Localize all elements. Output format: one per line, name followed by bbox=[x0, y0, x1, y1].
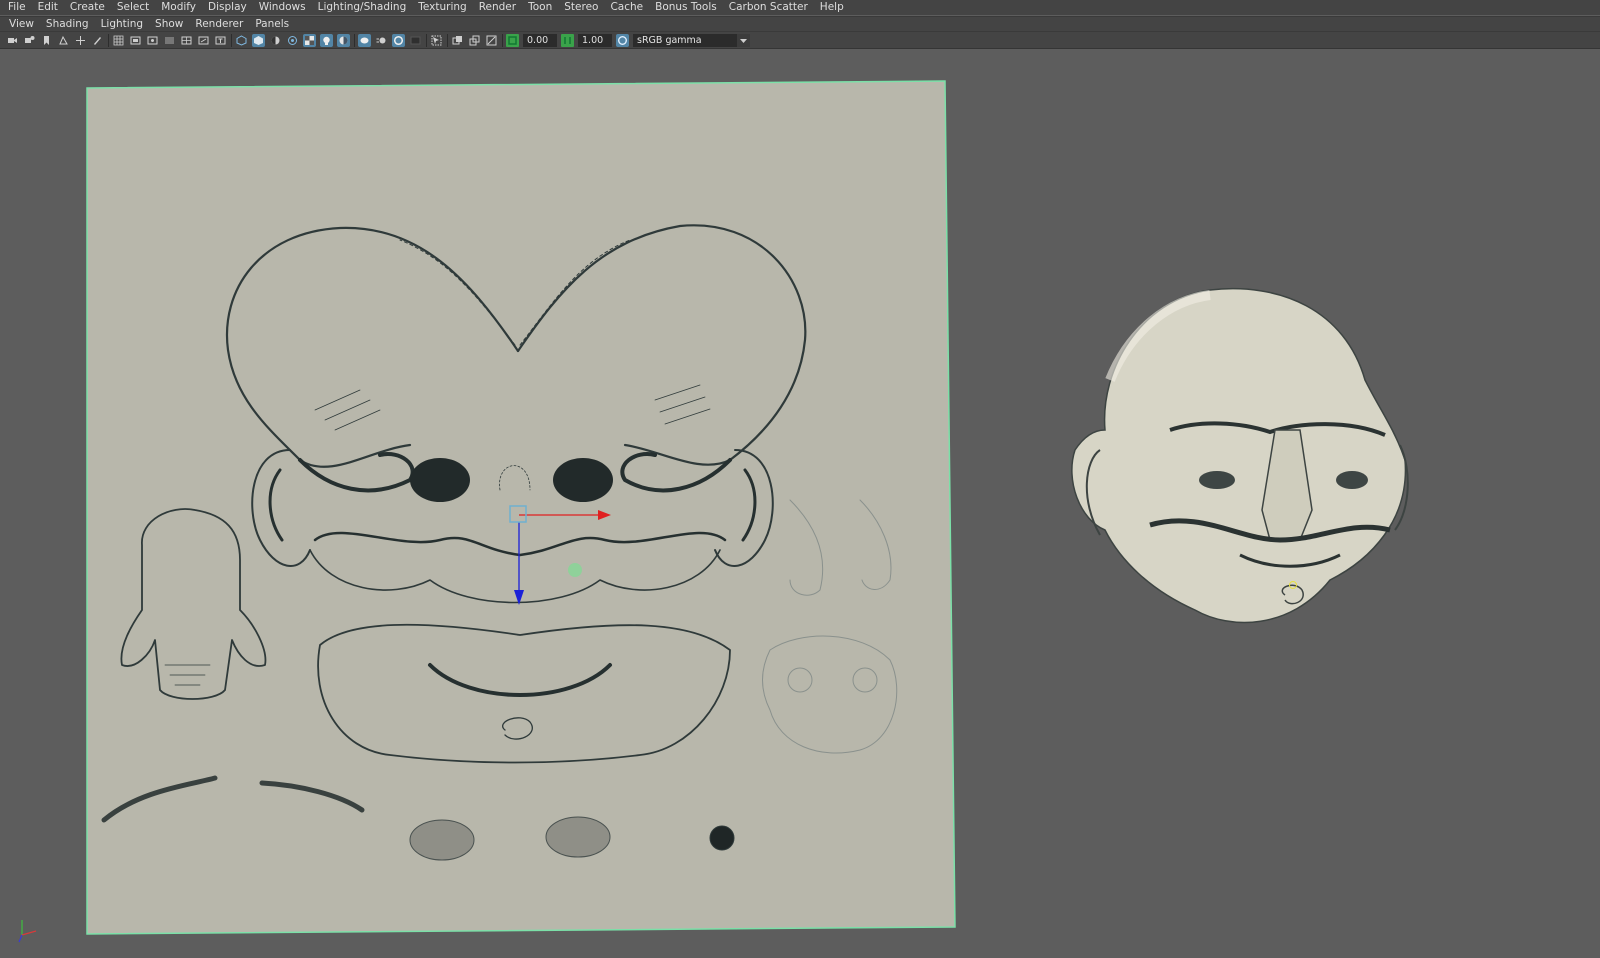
menu-create[interactable]: Create bbox=[64, 0, 111, 15]
isolate-select-icon[interactable] bbox=[430, 34, 443, 47]
default-material-icon[interactable] bbox=[269, 34, 282, 47]
menu-file[interactable]: File bbox=[0, 0, 32, 15]
main-menubar: File Edit Create Select Modify Display W… bbox=[0, 0, 1600, 15]
axis-indicator bbox=[18, 920, 37, 943]
panel-menu-show[interactable]: Show bbox=[149, 17, 189, 32]
panel-menu-panels[interactable]: Panels bbox=[249, 17, 295, 32]
panel-toolbar: 0.00 1.00 sRGB gamma bbox=[0, 31, 1600, 49]
screen-space-ao-icon[interactable] bbox=[358, 33, 371, 47]
toolbar-divider bbox=[426, 33, 427, 47]
left-eye-socket bbox=[410, 458, 470, 502]
safe-action-icon[interactable] bbox=[197, 34, 210, 47]
panel-menubar: View Shading Lighting Show Renderer Pane… bbox=[0, 16, 1600, 32]
image-plane-icon[interactable] bbox=[57, 34, 70, 47]
viewport-panel[interactable] bbox=[0, 50, 1600, 958]
resolution-gate-icon[interactable] bbox=[146, 34, 159, 47]
menu-help[interactable]: Help bbox=[814, 0, 850, 15]
use-all-lights-icon[interactable] bbox=[320, 33, 333, 47]
right-eye-socket bbox=[553, 458, 613, 502]
gamma-icon[interactable] bbox=[561, 33, 574, 47]
head-model[interactable] bbox=[1071, 287, 1409, 624]
safe-title-icon[interactable] bbox=[214, 34, 227, 47]
wireframe-icon[interactable] bbox=[235, 34, 248, 47]
menu-cache[interactable]: Cache bbox=[604, 0, 649, 15]
menu-select[interactable]: Select bbox=[111, 0, 155, 15]
chevron-down-icon[interactable] bbox=[737, 33, 750, 47]
xray-active-components-icon[interactable] bbox=[468, 34, 481, 47]
xray-joints-icon[interactable] bbox=[451, 34, 464, 47]
textured-icon[interactable] bbox=[303, 33, 316, 47]
eyelid-left-piece bbox=[409, 819, 475, 861]
exposure-field[interactable]: 0.00 bbox=[523, 33, 557, 47]
grease-pencil-icon[interactable] bbox=[91, 34, 104, 47]
motion-blur-icon[interactable] bbox=[375, 34, 388, 47]
panel-menu-renderer[interactable]: Renderer bbox=[189, 17, 249, 32]
menu-modify[interactable]: Modify bbox=[155, 0, 202, 15]
menu-windows[interactable]: Windows bbox=[253, 0, 312, 15]
toolbar-divider bbox=[231, 33, 232, 47]
menu-stereo[interactable]: Stereo bbox=[558, 0, 604, 15]
backface-culling-icon[interactable] bbox=[485, 34, 498, 47]
exposure-icon[interactable] bbox=[506, 33, 519, 47]
gate-mask-icon[interactable] bbox=[163, 34, 176, 47]
smooth-shade-icon[interactable] bbox=[252, 33, 265, 47]
panel-menu-lighting[interactable]: Lighting bbox=[95, 17, 149, 32]
eyelid-right-piece bbox=[545, 816, 611, 858]
menu-display[interactable]: Display bbox=[202, 0, 253, 15]
grid-icon[interactable] bbox=[112, 34, 125, 47]
panel-menu-view[interactable]: View bbox=[0, 17, 40, 32]
camera-attributes-icon[interactable] bbox=[23, 34, 36, 47]
depth-of-field-icon[interactable] bbox=[409, 34, 422, 47]
menu-carbon-scatter[interactable]: Carbon Scatter bbox=[723, 0, 814, 15]
bookmark-icon[interactable] bbox=[40, 34, 53, 47]
texture-plane[interactable] bbox=[86, 80, 956, 935]
viewport-scene bbox=[18, 80, 1409, 943]
film-gate-icon[interactable] bbox=[129, 34, 142, 47]
menu-bonus-tools[interactable]: Bonus Tools bbox=[649, 0, 723, 15]
xray-icon[interactable] bbox=[286, 34, 299, 47]
menu-render[interactable]: Render bbox=[473, 0, 522, 15]
menu-toon[interactable]: Toon bbox=[522, 0, 558, 15]
toolbar-divider bbox=[502, 33, 503, 47]
toolbar-divider bbox=[354, 33, 355, 47]
toolbar-divider bbox=[108, 33, 109, 47]
multisample-aa-icon[interactable] bbox=[392, 33, 405, 47]
menu-edit[interactable]: Edit bbox=[32, 0, 64, 15]
view-transform-select[interactable]: sRGB gamma bbox=[633, 33, 737, 47]
pupil-piece bbox=[709, 825, 735, 851]
menu-texturing[interactable]: Texturing bbox=[412, 0, 472, 15]
menu-lighting-shading[interactable]: Lighting/Shading bbox=[312, 0, 413, 15]
two-d-pan-icon[interactable] bbox=[74, 34, 87, 47]
field-chart-icon[interactable] bbox=[180, 34, 193, 47]
shadows-icon[interactable] bbox=[337, 33, 350, 47]
camera-icon[interactable] bbox=[6, 34, 19, 47]
toolbar-divider bbox=[447, 33, 448, 47]
color-management-icon[interactable] bbox=[616, 33, 629, 47]
panel-menu-shading[interactable]: Shading bbox=[40, 17, 95, 32]
gamma-field[interactable]: 1.00 bbox=[578, 33, 612, 47]
